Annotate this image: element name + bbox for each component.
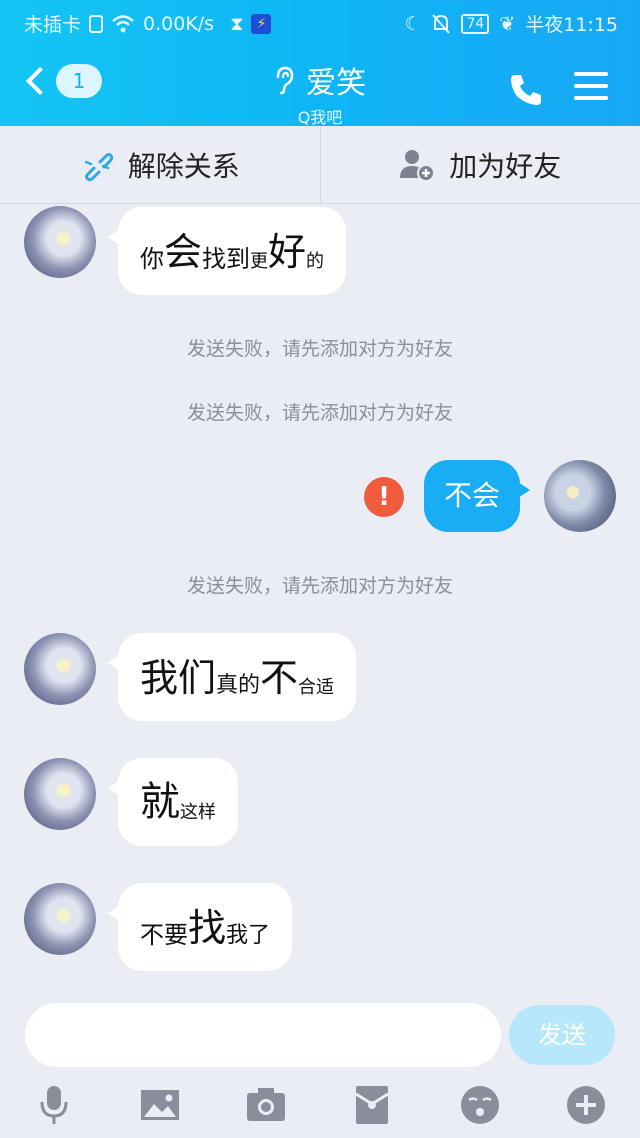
contact-avatar[interactable] [24,883,96,955]
battery-indicator: 74 [461,13,490,34]
message-text: 就 [140,779,180,825]
my-avatar[interactable] [544,460,616,532]
message-input[interactable] [25,1003,501,1067]
message-text: 找 [188,906,227,950]
message-text: 不会 [444,479,501,512]
message-text: 会 [164,230,203,274]
leaf-icon: ❦ [499,12,516,35]
message-text: 更 [250,251,269,272]
unlink-icon [84,152,114,181]
send-failed-icon[interactable]: ! [364,477,404,517]
add-friend-label: 加为好友 [449,149,562,183]
message-text: 不 [260,656,299,700]
remove-relationship-button[interactable]: 解除关系 [0,126,320,203]
camera-icon[interactable] [244,1084,288,1126]
add-person-icon [400,149,436,182]
page-title: 爱笑 [306,66,366,101]
message-text: 我们 [140,656,217,700]
message-text: 我了 [226,923,271,948]
message-text: 的 [306,251,325,272]
ear-icon [276,66,294,95]
menu-line [574,84,608,88]
hourglass-icon: ⧗ [230,12,244,35]
system-notice: 发送失败，请先添加对方为好友 [186,575,453,597]
emoji-icon[interactable] [458,1084,502,1126]
relationship-action-bar: 解除关系 加为好友 [0,126,640,204]
system-notice: 发送失败，请先添加对方为好友 [186,402,453,424]
message-bubble[interactable]: 不会 [424,460,531,532]
moon-icon: ☾ [404,12,422,35]
menu-line [574,96,608,100]
remove-relationship-label: 解除关系 [127,149,240,183]
status-bar: 未插卡 0.00K/s ⧗ ⚡ ☾ 74 ❦ 半夜11:15 [0,0,640,44]
wifi-icon [112,14,134,32]
phone-icon[interactable] [506,70,546,110]
input-toolbar [0,1080,640,1130]
message-text: 好 [268,230,307,274]
plus-icon[interactable] [564,1084,608,1126]
bell-muted-icon [432,13,451,34]
message-text: 找到 [202,245,251,273]
app-header: 未插卡 0.00K/s ⧗ ⚡ ☾ 74 ❦ 半夜11:15 1 爱笑 Q我吧 [0,0,640,127]
microphone-icon[interactable] [32,1084,76,1126]
send-button[interactable]: 发送 [509,1005,615,1065]
menu-line [574,72,608,76]
message-bubble[interactable]: 我们 真的 不 合适 [107,633,357,721]
menu-button[interactable] [574,72,608,102]
carrier-label: 未插卡 [24,14,82,36]
message-text: 不要 [140,921,188,949]
add-friend-button[interactable]: 加为好友 [319,126,640,203]
message-text: 这样 [180,802,216,823]
contact-avatar[interactable] [24,758,96,830]
contact-avatar[interactable] [24,206,96,278]
message-bubble[interactable]: 就 这样 [108,758,238,846]
message-text: 你 [140,245,164,273]
message-bubble[interactable]: 不要 找 我了 [107,883,293,971]
flash-icon: ⚡ [251,13,272,34]
message-text: 合适 [298,677,335,698]
clock-label: 半夜11:15 [525,14,618,36]
message-bubble[interactable]: 你 会 找到 更 好 的 [107,207,347,295]
network-speed: 0.00K/s [143,12,215,35]
message-text: 真的 [216,673,261,698]
image-icon[interactable] [138,1084,182,1126]
sim-icon [89,14,104,33]
red-packet-icon[interactable] [350,1084,394,1126]
system-notice: 发送失败，请先添加对方为好友 [186,338,453,360]
contact-avatar[interactable] [24,633,96,705]
